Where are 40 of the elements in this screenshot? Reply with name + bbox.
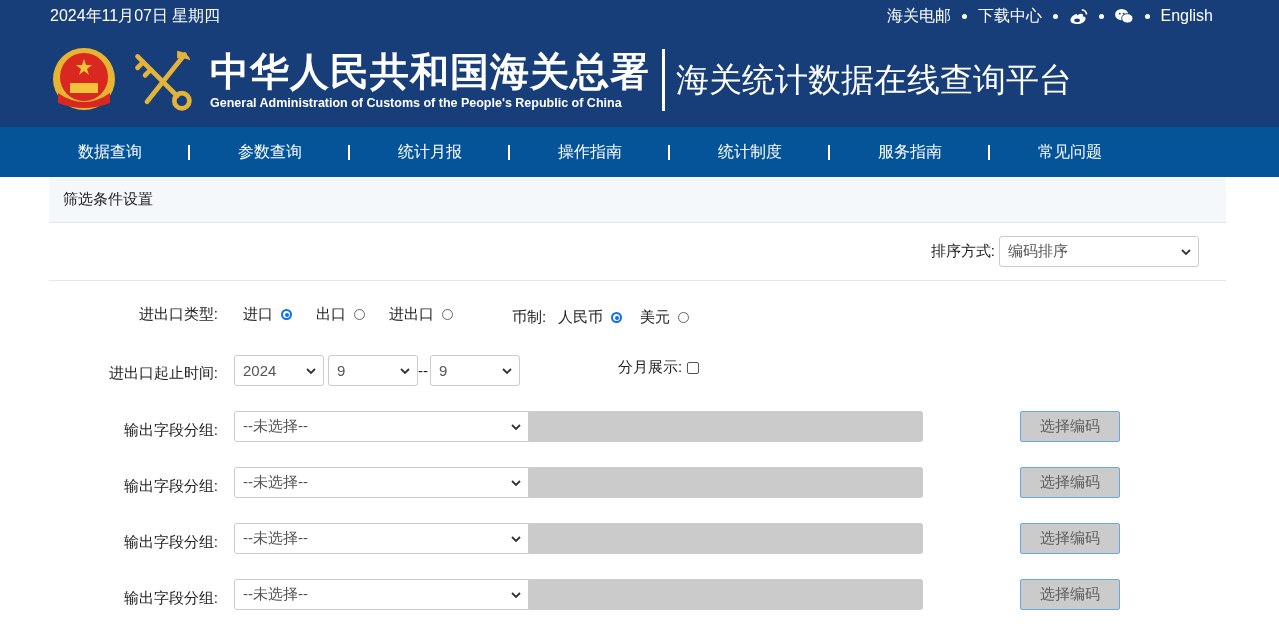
org-name: 中华人民共和国海关总署 [210, 49, 650, 94]
radio-label: 进出口 [389, 305, 434, 324]
nav-link[interactable]: 操作指南 [558, 141, 622, 163]
sort-label: 排序方式: [930, 242, 995, 261]
radio-button[interactable] [611, 312, 623, 323]
nav-link[interactable]: 常见问题 [1038, 141, 1102, 163]
field-label: 输出字段分组: [122, 589, 218, 608]
platform-title: 海关统计数据在线查询平台 [676, 60, 1072, 100]
weibo-icon[interactable] [1068, 7, 1088, 25]
header-link[interactable]: English [1160, 7, 1213, 25]
field-label: 进出口类型: [137, 305, 218, 324]
month-select[interactable]: 9 [328, 355, 418, 386]
wechat-icon[interactable] [1114, 8, 1134, 24]
field-label: 输出字段分组: [122, 421, 218, 440]
radio-label: 人民币 [558, 308, 604, 327]
nav-link[interactable]: 统计月报 [398, 141, 462, 163]
range-separator: -- [418, 362, 428, 379]
radio-label: 进口 [243, 305, 273, 324]
panel-title: 筛选条件设置 [63, 190, 153, 209]
year-select[interactable]: 2024 [234, 355, 324, 386]
field-label: 输出字段分组: [122, 477, 218, 496]
date-text: 2024年11月07日 星期四 [50, 5, 221, 26]
nav-link[interactable]: 参数查询 [238, 141, 302, 163]
field-label: 输出字段分组: [122, 533, 218, 552]
nav-link[interactable]: 数据查询 [78, 141, 142, 163]
checkbox[interactable] [687, 361, 700, 374]
sort-select[interactable]: 编码排序 [999, 236, 1199, 267]
radio-label: 美元 [640, 308, 671, 327]
field-label: 进出口起止时间: [107, 364, 218, 383]
nav-link[interactable]: 统计制度 [718, 141, 782, 163]
month-select[interactable]: 9 [430, 355, 520, 386]
header-link[interactable]: 下载中心 [977, 5, 1042, 27]
header-link[interactable]: 海关电邮 [886, 5, 951, 27]
radio-button[interactable] [281, 309, 292, 320]
nav-link[interactable]: 服务指南 [878, 141, 942, 163]
checkbox-label: 分月展示: [618, 358, 683, 377]
field-label: 币制: [512, 308, 547, 327]
radio-label: 出口 [316, 305, 346, 324]
national-emblem-icon [52, 46, 116, 113]
org-name-english: General Administration of Customs of the People's Republic of China [210, 95, 623, 110]
